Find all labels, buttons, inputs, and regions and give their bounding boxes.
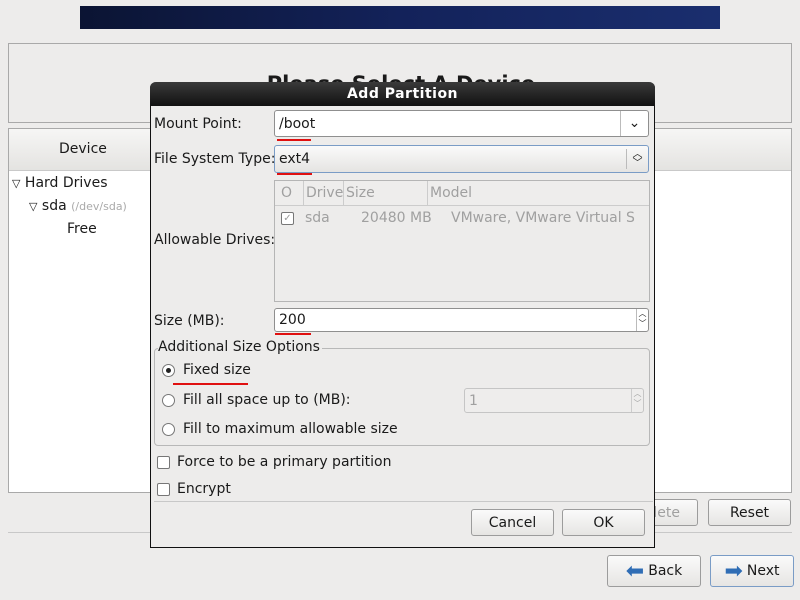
header-banner bbox=[80, 6, 720, 29]
fill-up-to-radio[interactable] bbox=[162, 394, 175, 407]
allowable-drives-label: Allowable Drives: bbox=[154, 232, 276, 248]
mount-point-combo[interactable]: /boot ⌄ bbox=[274, 110, 649, 137]
cancel-button[interactable]: Cancel bbox=[471, 509, 554, 536]
annotation-underline bbox=[277, 173, 312, 175]
fs-type-label: File System Type: bbox=[154, 151, 276, 167]
ok-button[interactable]: OK bbox=[562, 509, 645, 536]
expander-icon[interactable]: ▽ bbox=[29, 200, 37, 213]
fill-max-radio[interactable] bbox=[162, 423, 175, 436]
back-button[interactable]: ⬅ Back bbox=[607, 555, 701, 587]
size-spinbox[interactable]: 200 ︿ ﹀ bbox=[274, 308, 649, 332]
add-partition-dialog: Add Partition Mount Point: /boot ⌄ File … bbox=[150, 82, 655, 548]
next-arrow-icon: ➡ bbox=[724, 558, 743, 584]
tree-label: Hard Drives bbox=[24, 175, 108, 191]
tree-item-free[interactable]: Free bbox=[67, 221, 97, 237]
col-header: Drive bbox=[303, 181, 343, 206]
col-header: O bbox=[281, 185, 293, 201]
fixed-size-radio[interactable] bbox=[162, 364, 175, 377]
spin-arrows-icon[interactable]: ︿ ﹀ bbox=[631, 389, 643, 412]
drives-table-header: O Drive Size Model bbox=[275, 181, 649, 206]
drive-model: VMware, VMware Virtual S bbox=[451, 210, 635, 226]
mount-point-label: Mount Point: bbox=[154, 116, 242, 132]
encrypt-label[interactable]: Encrypt bbox=[177, 481, 231, 497]
updown-icon: ︿ ﹀ bbox=[626, 149, 648, 169]
device-column-label: Device bbox=[59, 141, 107, 157]
chevron-down-icon[interactable]: ⌄ bbox=[620, 111, 648, 136]
fs-type-select[interactable]: ext4 ︿ ﹀ bbox=[274, 145, 649, 173]
next-button[interactable]: ➡ Next bbox=[710, 555, 794, 587]
drives-table: O Drive Size Model ✓ sda 20480 MB VMware… bbox=[274, 180, 650, 302]
next-label: Next bbox=[746, 563, 780, 579]
table-row: ✓ sda 20480 MB VMware, VMware Virtual S bbox=[275, 207, 649, 229]
fill-up-to-spinbox[interactable]: 1 ︿ ﹀ bbox=[464, 388, 644, 413]
fs-type-value: ext4 bbox=[279, 151, 311, 167]
annotation-underline bbox=[275, 333, 311, 335]
drive-size: 20480 MB bbox=[361, 210, 432, 226]
annotation-underline bbox=[173, 383, 248, 385]
tree-item-hard-drives[interactable]: ▽ Hard Drives bbox=[12, 175, 108, 191]
col-header: Model bbox=[427, 181, 472, 206]
force-primary-checkbox[interactable] bbox=[157, 456, 170, 469]
spin-arrows-icon[interactable]: ︿ ﹀ bbox=[636, 309, 648, 331]
tree-item-sda[interactable]: ▽ sda (/dev/sda) bbox=[29, 198, 127, 214]
drive-checkbox[interactable]: ✓ bbox=[281, 212, 294, 225]
force-primary-label[interactable]: Force to be a primary partition bbox=[177, 454, 391, 470]
encrypt-checkbox[interactable] bbox=[157, 483, 170, 496]
fill-max-label[interactable]: Fill to maximum allowable size bbox=[183, 421, 398, 437]
fill-up-to-value: 1 bbox=[469, 392, 478, 409]
dialog-title: Add Partition bbox=[150, 82, 655, 106]
tree-label: sda bbox=[41, 198, 67, 214]
expander-icon[interactable]: ▽ bbox=[12, 177, 20, 190]
tree-path: (/dev/sda) bbox=[71, 200, 127, 213]
fixed-size-label[interactable]: Fixed size bbox=[183, 362, 251, 378]
fill-up-to-label[interactable]: Fill all space up to (MB): bbox=[183, 392, 351, 408]
reset-button[interactable]: Reset bbox=[708, 499, 791, 526]
mount-point-value: /boot bbox=[279, 115, 316, 132]
back-label: Back bbox=[648, 563, 683, 579]
size-value: 200 bbox=[279, 312, 306, 328]
back-arrow-icon: ⬅ bbox=[625, 558, 645, 584]
annotation-underline bbox=[277, 139, 311, 141]
size-options-legend: Additional Size Options bbox=[158, 339, 322, 355]
col-header: Size bbox=[343, 181, 375, 206]
size-label: Size (MB): bbox=[154, 313, 225, 329]
drive-name: sda bbox=[305, 210, 330, 226]
divider bbox=[154, 501, 653, 502]
